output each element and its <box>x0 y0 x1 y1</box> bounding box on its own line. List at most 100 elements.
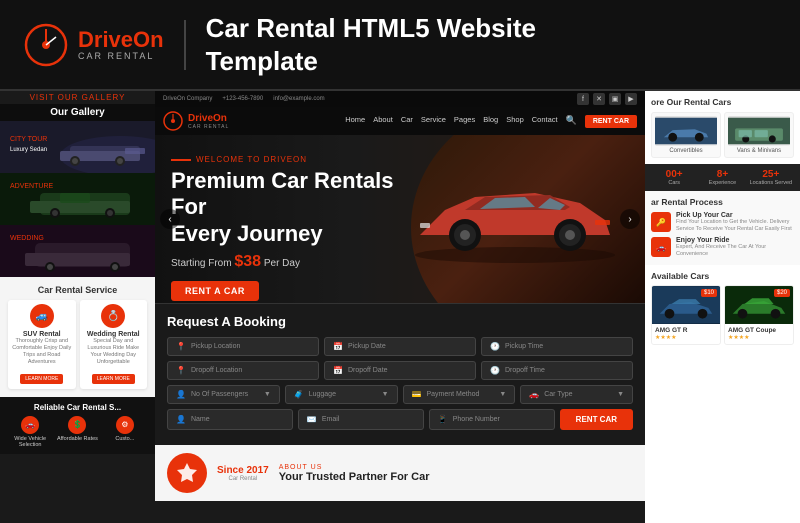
vans-img <box>728 116 790 146</box>
pickup-location-field[interactable]: 📍 Pickup Location <box>167 337 319 356</box>
car-type-icon: 🚗 <box>529 390 539 399</box>
nav-blog[interactable]: Blog <box>483 115 498 128</box>
services-title: Car Rental Service <box>8 285 147 295</box>
payment-field[interactable]: 💳 Payment Method ▼ <box>403 385 516 404</box>
dropoff-icon: 📍 <box>176 366 186 375</box>
nav-car[interactable]: Car <box>401 115 413 128</box>
car-type-select: Car Type ▼ <box>544 391 624 398</box>
hero-title: Premium Car Rentals For Every Journey <box>171 168 421 247</box>
amg-gt-coupe-img: $20 <box>725 286 793 324</box>
svg-text:CITY TOUR: CITY TOUR <box>10 136 47 143</box>
services-section: Car Rental Service 🚙 SUV Rental Thorough… <box>0 277 155 397</box>
wedding-icon: 💍 <box>101 304 125 328</box>
top-bar-info: DriveOn Company +123-456-7890 info@examp… <box>163 96 325 102</box>
pickup-time-label: Pickup Time <box>505 343 543 350</box>
since-badge: Since 2017 Car Rental <box>217 465 269 482</box>
phone-field[interactable]: 📱 Phone Number <box>429 409 555 430</box>
gallery-image-2[interactable]: ADVENTURE <box>0 173 155 225</box>
name-field[interactable]: 👤 Name <box>167 409 293 430</box>
dropoff-date-icon: 📅 <box>333 366 343 375</box>
wedding-learn-more[interactable]: LEARN MORE <box>92 374 135 384</box>
dropoff-time-field[interactable]: 🕐 Dropoff Time <box>481 361 633 380</box>
nav-home[interactable]: Home <box>345 115 365 128</box>
car-type-convertibles[interactable]: Convertibles <box>651 112 721 158</box>
nav-about[interactable]: About <box>373 115 393 128</box>
payment-select: Payment Method ▼ <box>426 391 506 398</box>
since-year: Since 2017 <box>217 465 269 476</box>
passengers-icon: 👤 <box>176 390 186 399</box>
pickup-date-field[interactable]: 📅 Pickup Date <box>324 337 476 356</box>
custom-icon: ⚙ <box>116 416 134 434</box>
company-name: DriveOn Company <box>163 96 212 102</box>
phone-icon: 📱 <box>438 415 448 424</box>
nav-shop[interactable]: Shop <box>506 115 524 128</box>
nav-logo-icon <box>163 111 183 131</box>
passengers-select: No Of Passengers ▼ <box>191 391 271 398</box>
nav-rent-btn[interactable]: RENT CAR <box>585 115 637 128</box>
available-title: Available Cars <box>651 271 794 281</box>
luggage-field[interactable]: 🧳 Luggage ▼ <box>285 385 398 404</box>
nav-contact[interactable]: Contact <box>532 115 558 128</box>
service-card-suv: 🚙 SUV Rental Thoroughly Crisp and Comfor… <box>8 300 76 389</box>
hero-cta-button[interactable]: RENT A CAR <box>171 281 259 301</box>
feature-custom: ⚙ Custo... <box>103 416 147 448</box>
nav-brand-text: DriveOn Car Rental <box>188 113 229 130</box>
phone-label: Phone Number <box>453 416 500 423</box>
email-field[interactable]: ✉️ Email <box>298 409 424 430</box>
step-1-title: Pick Up Your Car <box>676 212 794 219</box>
pickup-location-label: Pickup Location <box>191 343 240 350</box>
step-2-desc: Expert, And Receive The Car At Your Conv… <box>676 244 794 258</box>
next-arrow[interactable]: › <box>620 209 640 229</box>
amg-gt-coupe-info: AMG GT Coupe ★★★★ <box>725 324 793 344</box>
car-type-field[interactable]: 🚗 Car Type ▼ <box>520 385 633 404</box>
luggage-select: Luggage ▼ <box>309 391 389 398</box>
suv-learn-more[interactable]: LEARN MORE <box>20 374 63 384</box>
dropoff-location-field[interactable]: 📍 Dropoff Location <box>167 361 319 380</box>
logo-icon <box>24 23 68 67</box>
left-panel: Visit Our Gallery Our Gallery CITY TOUR … <box>0 91 155 523</box>
vans-label: Vans & Minivans <box>728 148 790 154</box>
nav-search-icon[interactable]: 🔍 <box>566 115 577 128</box>
feature-rates: 💲 Affordable Rates <box>55 416 99 448</box>
stat-loc-num: 25+ <box>748 169 794 180</box>
car-type-vans[interactable]: Vans & Minivans <box>724 112 794 158</box>
dropoff-date-field[interactable]: 📅 Dropoff Date <box>324 361 476 380</box>
step-1-content: Pick Up Your Car Find Your Location to G… <box>676 212 794 233</box>
stat-cars: 00+ Cars <box>651 169 697 186</box>
nav-pages[interactable]: Pages <box>454 115 475 128</box>
nav-links: Home About Car Service Pages Blog Shop C… <box>345 115 637 128</box>
logo-area: DriveOn CAR RENTAL <box>24 23 164 67</box>
luggage-icon: 🧳 <box>294 390 304 399</box>
phone-number: +123-456-7890 <box>222 96 263 102</box>
custom-text: Custo... <box>103 436 147 442</box>
youtube-icon[interactable]: ▶ <box>625 93 637 105</box>
facebook-icon[interactable]: f <box>577 93 589 105</box>
gallery-image-1[interactable]: CITY TOUR Luxury Sedan <box>0 121 155 173</box>
twitter-icon[interactable]: ✕ <box>593 93 605 105</box>
reliable-section: Reliable Car Rental S... 🚗 Wide Vehicle … <box>0 397 155 454</box>
stat-cars-label: Cars <box>651 180 697 186</box>
dropoff-time-label: Dropoff Time <box>505 367 545 374</box>
car-card-amg-gt-r[interactable]: $10 AMG GT R ★★★★ <box>651 285 721 345</box>
prev-arrow[interactable]: ‹ <box>160 209 180 229</box>
booking-row-2: 📍 Dropoff Location 📅 Dropoff Date 🕐 Drop… <box>167 361 633 380</box>
amg-gt-coupe-stars: ★★★★ <box>728 334 790 341</box>
booking-section: Request A Booking 📍 Pickup Location 📅 Pi… <box>155 303 645 445</box>
passengers-field[interactable]: 👤 No Of Passengers ▼ <box>167 385 280 404</box>
nav-service[interactable]: Service <box>421 115 446 128</box>
booking-row-3: 👤 No Of Passengers ▼ 🧳 Luggage ▼ 💳 <box>167 385 633 404</box>
header-title: Car Rental HTML5 Website Template <box>206 12 536 77</box>
car-card-amg-gt-coupe[interactable]: $20 AMG GT Coupe ★★★★ <box>724 285 794 345</box>
service-card-wedding: 💍 Wedding Rental Special Day and Luxurio… <box>80 300 148 389</box>
gallery-image-3[interactable]: WEDDING <box>0 225 155 277</box>
amg-gt-coupe-name: AMG GT Coupe <box>728 327 790 334</box>
about-section: Since 2017 Car Rental About Us Your Trus… <box>155 445 645 501</box>
convertibles-img <box>655 116 717 146</box>
pickup-time-field[interactable]: 🕐 Pickup Time <box>481 337 633 356</box>
booking-submit-btn[interactable]: RENT CAR <box>560 409 633 430</box>
process-title: ar Rental Process <box>651 197 794 207</box>
header: DriveOn CAR RENTAL Car Rental HTML5 Webs… <box>0 0 800 91</box>
gallery-images: CITY TOUR Luxury Sedan ADVENTURE <box>0 121 155 277</box>
instagram-icon[interactable]: ▣ <box>609 93 621 105</box>
reliable-title: Reliable Car Rental S... <box>8 403 147 412</box>
